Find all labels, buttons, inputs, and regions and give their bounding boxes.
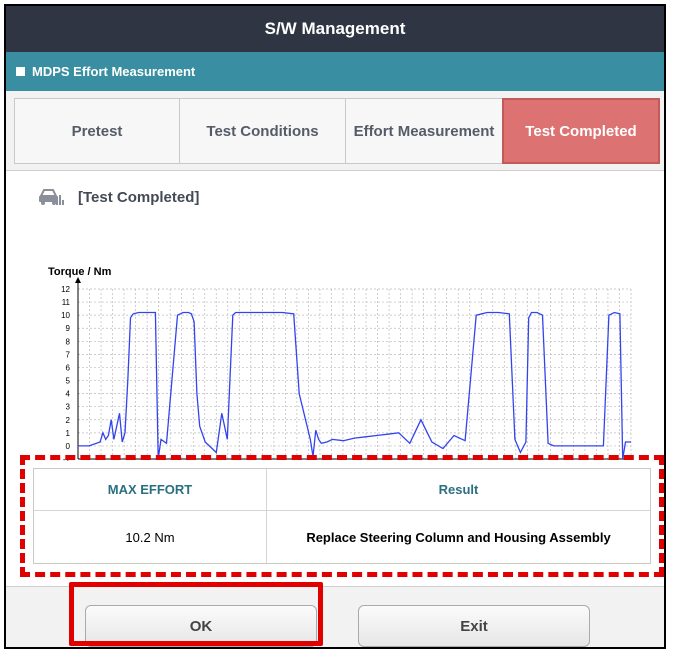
tab-pretest[interactable]: Pretest [14, 98, 180, 164]
torque-chart: Torque / Nm1211109876543210-1 [48, 266, 632, 461]
section-title-text: [Test Completed] [78, 188, 200, 206]
y-tick-label: 6 [66, 363, 71, 372]
tab-test-completed[interactable]: Test Completed [502, 98, 660, 164]
max-effort-header: MAX EFFORT [34, 469, 267, 510]
y-tick-label: 10 [61, 311, 70, 320]
tab-effort-measurement[interactable]: Effort Measurement [345, 98, 503, 164]
exit-button[interactable]: Exit [358, 605, 590, 647]
max-effort-value: 10.2 Nm [34, 511, 267, 563]
y-tick-label: 4 [66, 390, 71, 399]
results-data-row: 10.2 Nm Replace Steering Column and Hous… [34, 511, 650, 563]
y-tick-label: 8 [66, 337, 71, 346]
y-tick-label: 11 [62, 298, 71, 307]
y-tick-label: 1 [66, 429, 71, 438]
result-header: Result [438, 482, 479, 497]
y-tick-label: 9 [66, 324, 71, 333]
y-tick-label: 5 [66, 377, 71, 386]
y-tick-label: 0 [66, 442, 71, 451]
square-bullet-icon [16, 67, 25, 76]
results-header-row: MAX EFFORT Result [34, 469, 650, 511]
y-tick-label: 7 [66, 350, 71, 359]
ok-button-highlight [69, 582, 323, 646]
app-window: S/W Management MDPS Effort Measurement P… [4, 4, 666, 649]
window-title: S/W Management [6, 6, 664, 52]
tab-test-conditions[interactable]: Test Conditions [179, 98, 346, 164]
subheader: MDPS Effort Measurement [6, 52, 664, 91]
car-diagnostic-icon [39, 189, 64, 205]
result-value: Replace Steering Column and Housing Asse… [306, 529, 611, 545]
results-table: MAX EFFORT Result 10.2 Nm Replace Steeri… [33, 468, 651, 564]
y-axis-label: Torque / Nm [48, 266, 112, 278]
y-tick-label: 12 [61, 285, 70, 294]
subheader-label: MDPS Effort Measurement [32, 64, 196, 79]
results-highlight: MAX EFFORT Result 10.2 Nm Replace Steeri… [20, 455, 664, 577]
step-tabs: Pretest Test Conditions Effort Measureme… [6, 91, 664, 171]
y-tick-label: 2 [66, 416, 71, 425]
section-title: [Test Completed] [38, 187, 199, 207]
y-tick-label: 3 [66, 403, 71, 412]
